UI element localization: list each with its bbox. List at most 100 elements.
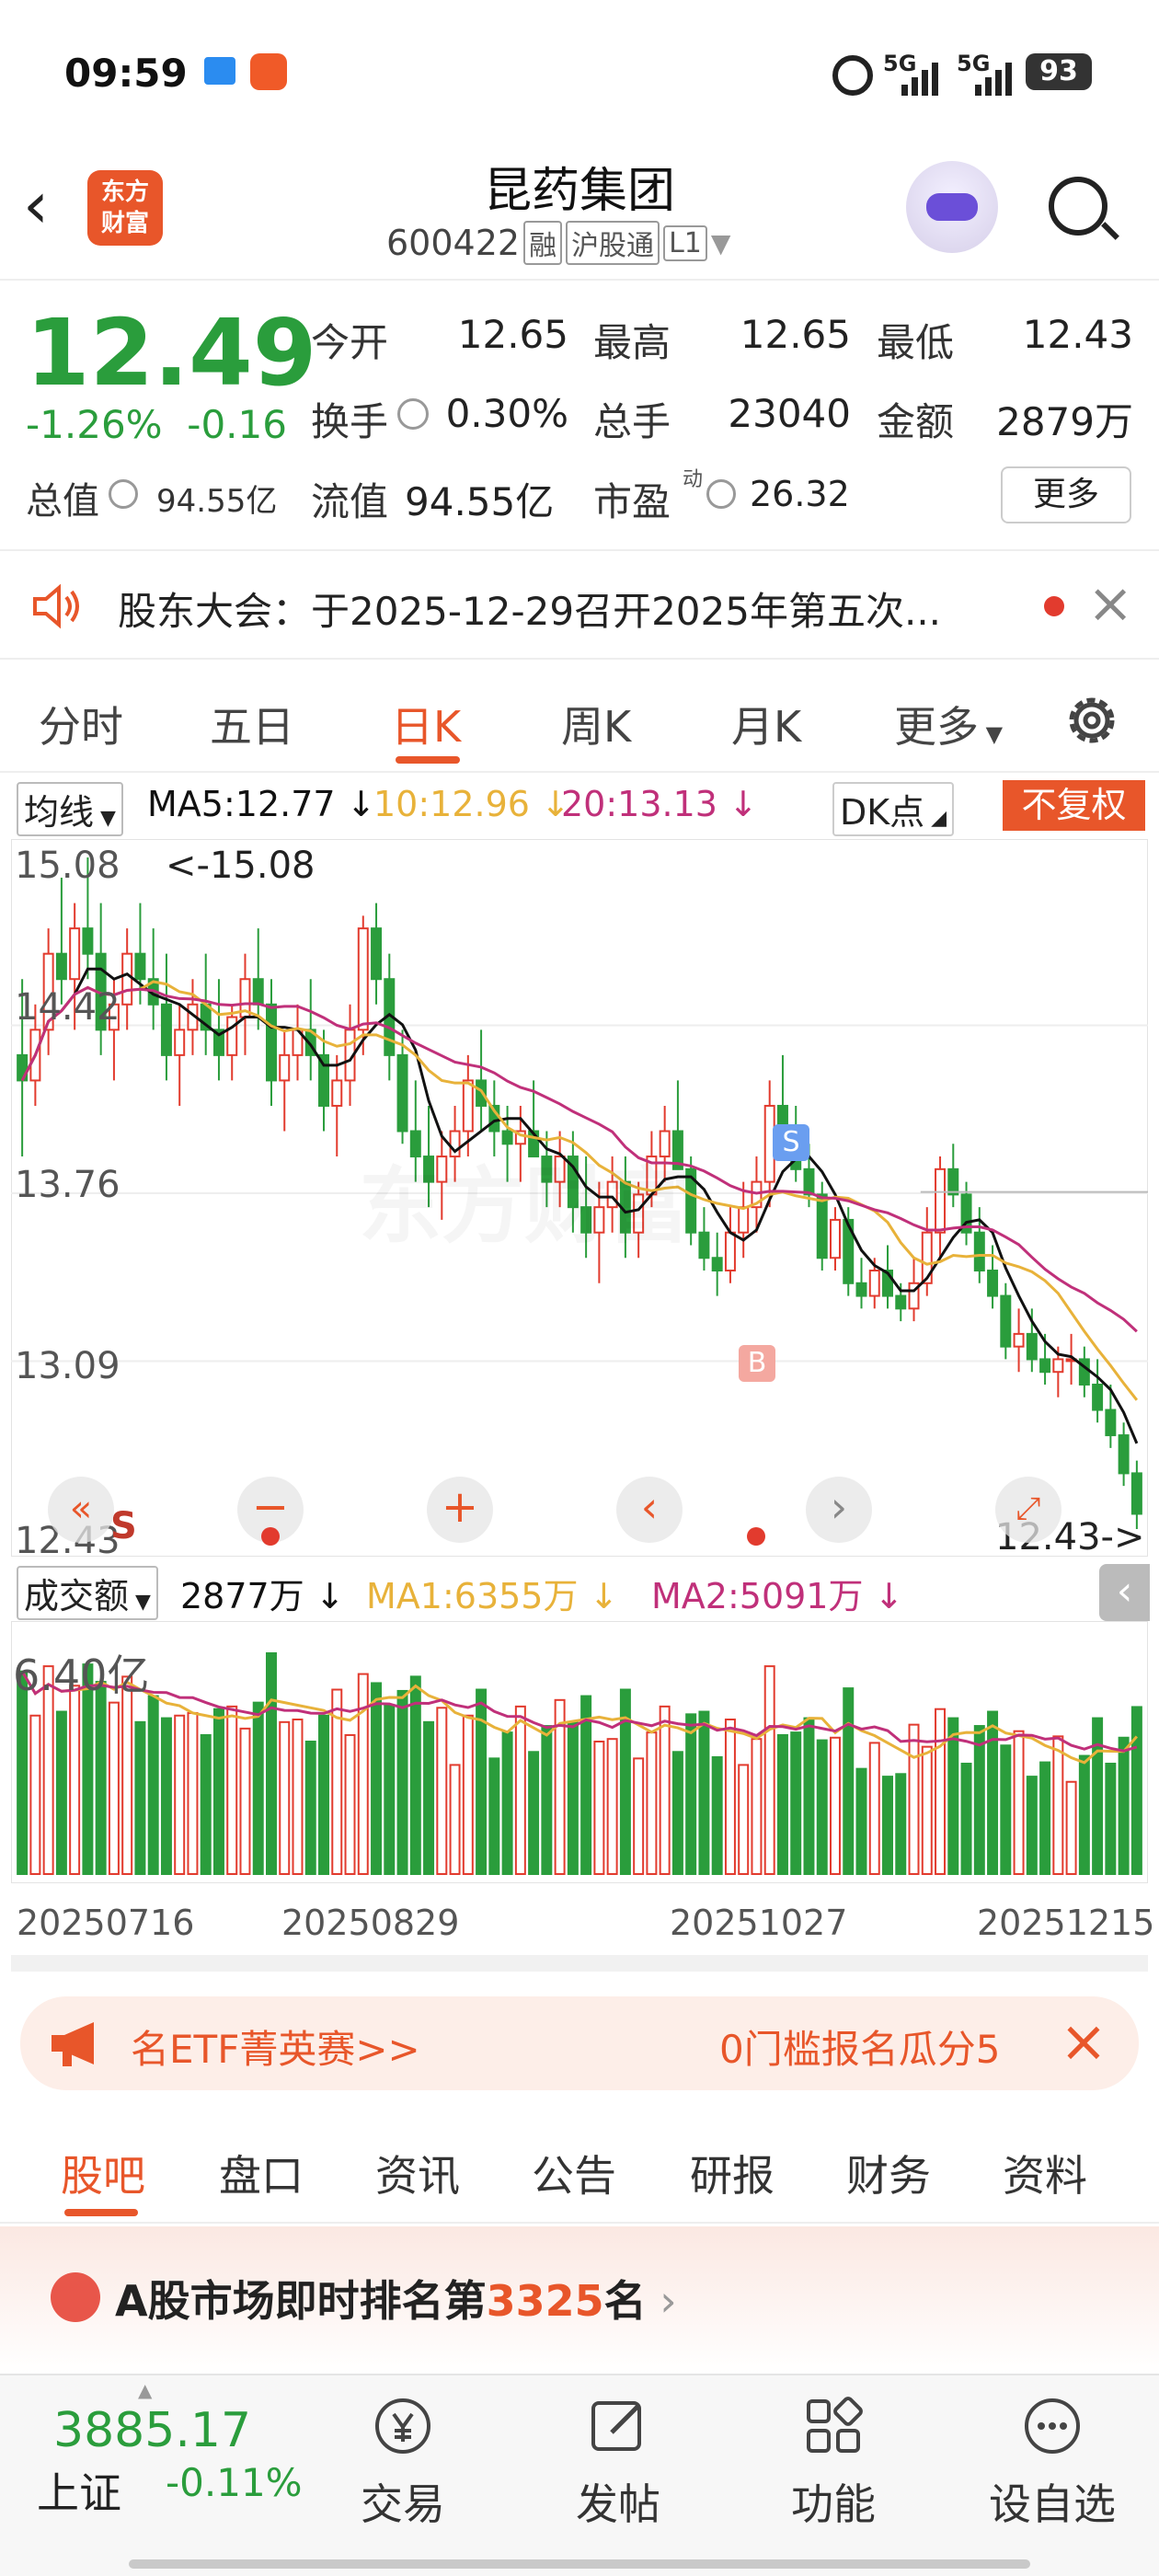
index-value: 3885.17 (53, 2403, 252, 2458)
volume-indicator-selector[interactable]: 成交额 ▼ (17, 1566, 158, 1620)
tag-margin: 融 (523, 221, 563, 265)
volume-value: 2877万 ↓ (180, 1576, 345, 1616)
dk-point-selector[interactable]: DK点 ◢ (832, 782, 955, 836)
tab-profile[interactable]: 资料 (1003, 2143, 1087, 2203)
nav-trade[interactable]: 交易 (329, 2394, 476, 2532)
total-value: 94.55亿 (156, 483, 278, 520)
volume-bar (790, 1731, 802, 1875)
gear-icon[interactable] (1060, 688, 1124, 753)
candle (803, 1167, 815, 1196)
chart-divider (11, 1955, 1148, 1972)
volume-legend: 成交额 ▼ 2877万 ↓ MA1:6355万 ↓ MA2:5091万 ↓ ‹ (0, 1564, 1159, 1621)
scroll-fast-left-button[interactable]: « (48, 1477, 114, 1543)
app-notification-icon (250, 53, 287, 90)
tab-weekly-k[interactable]: 周K (561, 694, 631, 754)
nav-post[interactable]: 发帖 (545, 2394, 692, 2532)
yen-icon (375, 2398, 430, 2454)
turnover-label: 换手 (311, 399, 389, 444)
volume-bar (776, 1733, 788, 1875)
tab-daily-k[interactable]: 日K (391, 694, 461, 754)
turnover-value: 0.30% (445, 391, 568, 436)
stock-code-line[interactable]: 600422 融 沪股通 L1 ▼ (386, 221, 730, 265)
volume-bar (239, 1727, 251, 1875)
close-icon[interactable]: × (1087, 571, 1133, 636)
index-widget[interactable]: ▲ 3885.17 上证 -0.11% (0, 2375, 331, 2559)
volume-bar (488, 1757, 500, 1875)
volume-y-max: 6.40亿 (13, 1650, 150, 1700)
tab-monthly-k[interactable]: 月K (731, 694, 801, 754)
info-icon[interactable] (706, 479, 736, 509)
tab-intraday[interactable]: 分时 (39, 694, 123, 754)
volume-bar (147, 1695, 159, 1875)
indicator-selector[interactable]: 均线 ▼ (17, 782, 123, 836)
status-bar: 09:59 5G 5G 93 (0, 0, 1159, 147)
volume-bar (436, 1707, 448, 1876)
adjust-button[interactable]: 不复权 (1003, 780, 1145, 831)
vol-ma2-text: MA2:5091万 (651, 1576, 864, 1616)
market-rank-card[interactable]: A股市场即时排名第3325名 › (0, 2226, 1159, 2374)
volume-bar (711, 1755, 723, 1875)
robot-assistant-avatar[interactable] (906, 161, 998, 253)
corner-icon: ◢ (924, 807, 947, 830)
volume-chart[interactable] (11, 1621, 1148, 1883)
tab-forum[interactable]: 股吧 (61, 2143, 145, 2203)
signal-icon (975, 63, 1021, 99)
volume-bar (384, 1704, 396, 1876)
promo-banner[interactable]: 名ETF菁英赛>> 0门槛报名瓜分5 × (20, 1996, 1139, 2090)
volume-bar (1065, 1780, 1077, 1875)
candle (121, 952, 133, 1006)
tab-five-day[interactable]: 五日 (210, 694, 294, 754)
fullscreen-button[interactable]: ⤢ (995, 1477, 1061, 1543)
notice-bar[interactable]: 股东大会：于2025-12-29召开2025年第五次... × (0, 549, 1159, 660)
amount-label: 金额 (877, 399, 955, 444)
date-label: 20251027 (670, 1903, 848, 1943)
tab-research[interactable]: 研报 (690, 2143, 775, 2203)
rank-number: 3325 (486, 2276, 604, 2326)
scroll-left-button[interactable]: ‹ (616, 1477, 683, 1543)
info-icon[interactable] (109, 479, 138, 509)
sell-marker[interactable]: S (773, 1124, 809, 1161)
indicator-selector-label: 均线 (24, 792, 95, 833)
close-icon[interactable]: × (1060, 2007, 1107, 2075)
zoom-in-button[interactable]: + (427, 1477, 493, 1543)
buy-marker[interactable]: B (739, 1345, 775, 1382)
megaphone-icon (52, 2022, 94, 2066)
nav-functions[interactable]: 功能 (760, 2394, 907, 2532)
tab-orderbook[interactable]: 盘口 (219, 2143, 304, 2203)
tab-more[interactable]: 更多 ▼ (894, 694, 1003, 754)
open-label: 今开 (311, 320, 389, 365)
volume-bar (671, 1751, 683, 1875)
candle (160, 1003, 172, 1056)
content-tabs: 股吧 盘口 资讯 公告 研报 财务 资料 (0, 2111, 1159, 2224)
volume-bar (593, 1741, 605, 1875)
tab-more-label: 更多 (894, 702, 979, 752)
collapse-panel-button[interactable]: ‹ (1099, 1564, 1150, 1621)
notice-text: 股东大会：于2025-12-29召开2025年第五次... (118, 589, 942, 634)
volume-bar (685, 1713, 697, 1876)
more-quote-button[interactable]: 更多 (1001, 466, 1131, 523)
date-label: 20251215 (977, 1903, 1155, 1943)
tab-announcements[interactable]: 公告 (532, 2143, 616, 2203)
tab-financials[interactable]: 财务 (846, 2143, 931, 2203)
volume-bar (855, 1767, 867, 1876)
search-icon[interactable] (1049, 177, 1107, 236)
period-tabs: 分时 五日 日K 周K 月K 更多 ▼ (0, 661, 1159, 773)
volume-bar (292, 1719, 304, 1875)
candle (1105, 1409, 1117, 1437)
candle (226, 1016, 238, 1056)
ma10-text: 10:12.96 (373, 784, 530, 824)
speaker-icon (33, 583, 79, 629)
volume-bar (1118, 1736, 1130, 1875)
volume-bar (829, 1736, 841, 1875)
tab-news[interactable]: 资讯 (375, 2143, 460, 2203)
open-value: 12.65 (457, 312, 568, 357)
candle (947, 1167, 959, 1196)
volume-bar (55, 1710, 67, 1875)
quote-panel: 12.49 -1.26% -0.16 今开 12.65 最高 12.65 最低 … (0, 282, 1159, 549)
scroll-right-button[interactable]: › (806, 1477, 872, 1543)
nav-add-watchlist[interactable]: 设自选 (979, 2394, 1126, 2532)
info-icon[interactable] (397, 398, 429, 430)
chevron-right-icon: › (646, 2276, 677, 2326)
status-time: 09:59 (64, 51, 188, 96)
volume-bar (371, 1682, 383, 1876)
